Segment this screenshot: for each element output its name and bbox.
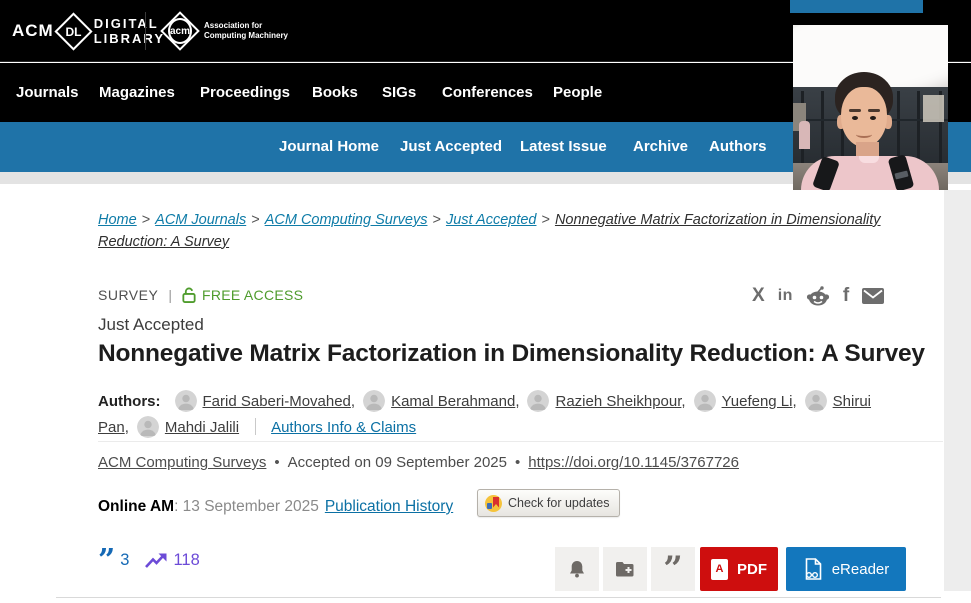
top-blue-fragment (790, 0, 923, 13)
webcam-person-face (841, 87, 887, 147)
open-lock-icon (182, 287, 196, 303)
subnav-journal-home[interactable]: Journal Home (279, 122, 379, 172)
breadcrumb-acm-journals[interactable]: ACM Journals (155, 212, 246, 228)
author-avatar (805, 390, 827, 412)
association-wordmark: Association forComputing Machinery (204, 21, 288, 41)
bottom-divider (56, 597, 941, 598)
breadcrumb: Home>ACM Journals>ACM Computing Surveys>… (98, 210, 890, 253)
share-x-icon[interactable]: X (752, 285, 765, 307)
digital-library-wordmark: DIGITALLIBRARY (94, 16, 165, 46)
collection-label: Just Accepted (98, 315, 204, 335)
acm-dl-logo[interactable]: ACM DL DIGITALLIBRARY (12, 14, 165, 48)
author-avatar (363, 390, 385, 412)
acm-dl-logo-text: ACM (12, 21, 54, 41)
authors-info-claims-link[interactable]: Authors Info & Claims (271, 419, 416, 436)
online-am-label: Online AM (98, 498, 174, 515)
pdf-button[interactable]: A PDF (700, 547, 778, 591)
subnav-authors[interactable]: Authors (709, 122, 767, 172)
acm-association-logo[interactable]: acm Association forComputing Machinery (160, 11, 288, 51)
free-access-badge: FREE ACCESS (202, 287, 303, 303)
article-title: Nonnegative Matrix Factorization in Dime… (98, 340, 958, 368)
author-avatar (527, 390, 549, 412)
authors-label: Authors: (98, 393, 161, 410)
author-avatar (137, 416, 159, 438)
author-link[interactable]: Farid Saberi-Movahed (203, 393, 351, 410)
publication-row: ACM Computing Surveys•Accepted on 09 Sep… (98, 454, 739, 471)
nav-journals[interactable]: Journals (16, 63, 79, 122)
author-link[interactable]: Razieh Sheikhpour (555, 393, 681, 410)
nav-sigs[interactable]: SIGs (382, 63, 416, 122)
online-am-row: Online AM: 13 September 2025 Publication … (98, 498, 453, 516)
author-link[interactable]: Kamal Berahmand (391, 393, 515, 410)
metrics-count[interactable]: 118 (173, 551, 199, 570)
subnav-just-accepted[interactable]: Just Accepted (400, 122, 502, 172)
breadcrumb-home[interactable]: Home (98, 212, 137, 228)
citations-icon: ” (98, 552, 115, 570)
dl-diamond-icon: DL (54, 12, 92, 50)
ereader-button[interactable]: eReader (786, 547, 906, 591)
add-to-collection-button[interactable] (603, 547, 647, 591)
author-link[interactable]: Mahdi Jalili (165, 419, 239, 436)
pdf-file-icon: A (711, 559, 728, 580)
online-am-date: : 13 September 2025 (174, 498, 319, 515)
doi-link[interactable]: https://doi.org/10.1145/3767726 (528, 454, 739, 471)
breadcrumb-just-accepted[interactable]: Just Accepted (446, 212, 537, 228)
journal-link[interactable]: ACM Computing Surveys (98, 454, 266, 471)
acm-diamond-icon: acm (160, 11, 200, 51)
subnav-archive[interactable]: Archive (633, 122, 688, 172)
author-link[interactable]: Yuefeng Li (722, 393, 793, 410)
bell-icon (569, 560, 585, 578)
nav-books[interactable]: Books (312, 63, 358, 122)
accepted-date: Accepted on 09 September 2025 (288, 454, 507, 471)
subnav-latest-issue[interactable]: Latest Issue (520, 122, 607, 172)
cite-button[interactable]: ” (651, 547, 695, 591)
share-bar: X in f (752, 284, 884, 308)
metrics-trend-icon (145, 553, 168, 569)
nav-magazines[interactable]: Magazines (99, 63, 175, 122)
authors-divider (255, 418, 256, 435)
author-avatar (694, 390, 716, 412)
acm-dl-page: ACM DL DIGITALLIBRARY acm Association fo… (0, 0, 971, 603)
section-divider (98, 441, 943, 442)
check-for-updates-button[interactable]: Check for updates (477, 489, 620, 517)
right-gutter (944, 190, 971, 591)
publication-history-link[interactable]: Publication History (325, 498, 453, 515)
share-reddit-icon[interactable] (806, 286, 830, 306)
chevron-down-icon[interactable] (763, 265, 776, 274)
quote-icon: ” (663, 559, 683, 579)
content-type-label: SURVEY (98, 287, 158, 303)
authors-block: Authors:Farid Saberi-Movahed,Kamal Berah… (98, 389, 898, 441)
breadcrumb-journal[interactable]: ACM Computing Surveys (265, 212, 428, 228)
nav-people[interactable]: People (553, 63, 602, 122)
alerts-button[interactable] (555, 547, 599, 591)
metrics-bar: ” 3 118 (98, 551, 200, 570)
share-linkedin-icon[interactable]: in (778, 287, 793, 305)
article-flags: SURVEY | FREE ACCESS (98, 287, 303, 303)
webcam-bystander (799, 121, 810, 149)
nav-proceedings[interactable]: Proceedings (200, 63, 290, 122)
ereader-icon (803, 558, 823, 580)
folder-plus-icon (615, 561, 635, 577)
citations-count[interactable]: 3 (120, 551, 129, 570)
share-facebook-icon[interactable]: f (843, 285, 849, 307)
nav-conferences[interactable]: Conferences (442, 63, 533, 122)
crossref-icon (485, 495, 502, 512)
webcam-overlay (793, 25, 948, 190)
share-email-icon[interactable] (862, 288, 884, 304)
author-avatar (175, 390, 197, 412)
header-divider (145, 12, 146, 50)
